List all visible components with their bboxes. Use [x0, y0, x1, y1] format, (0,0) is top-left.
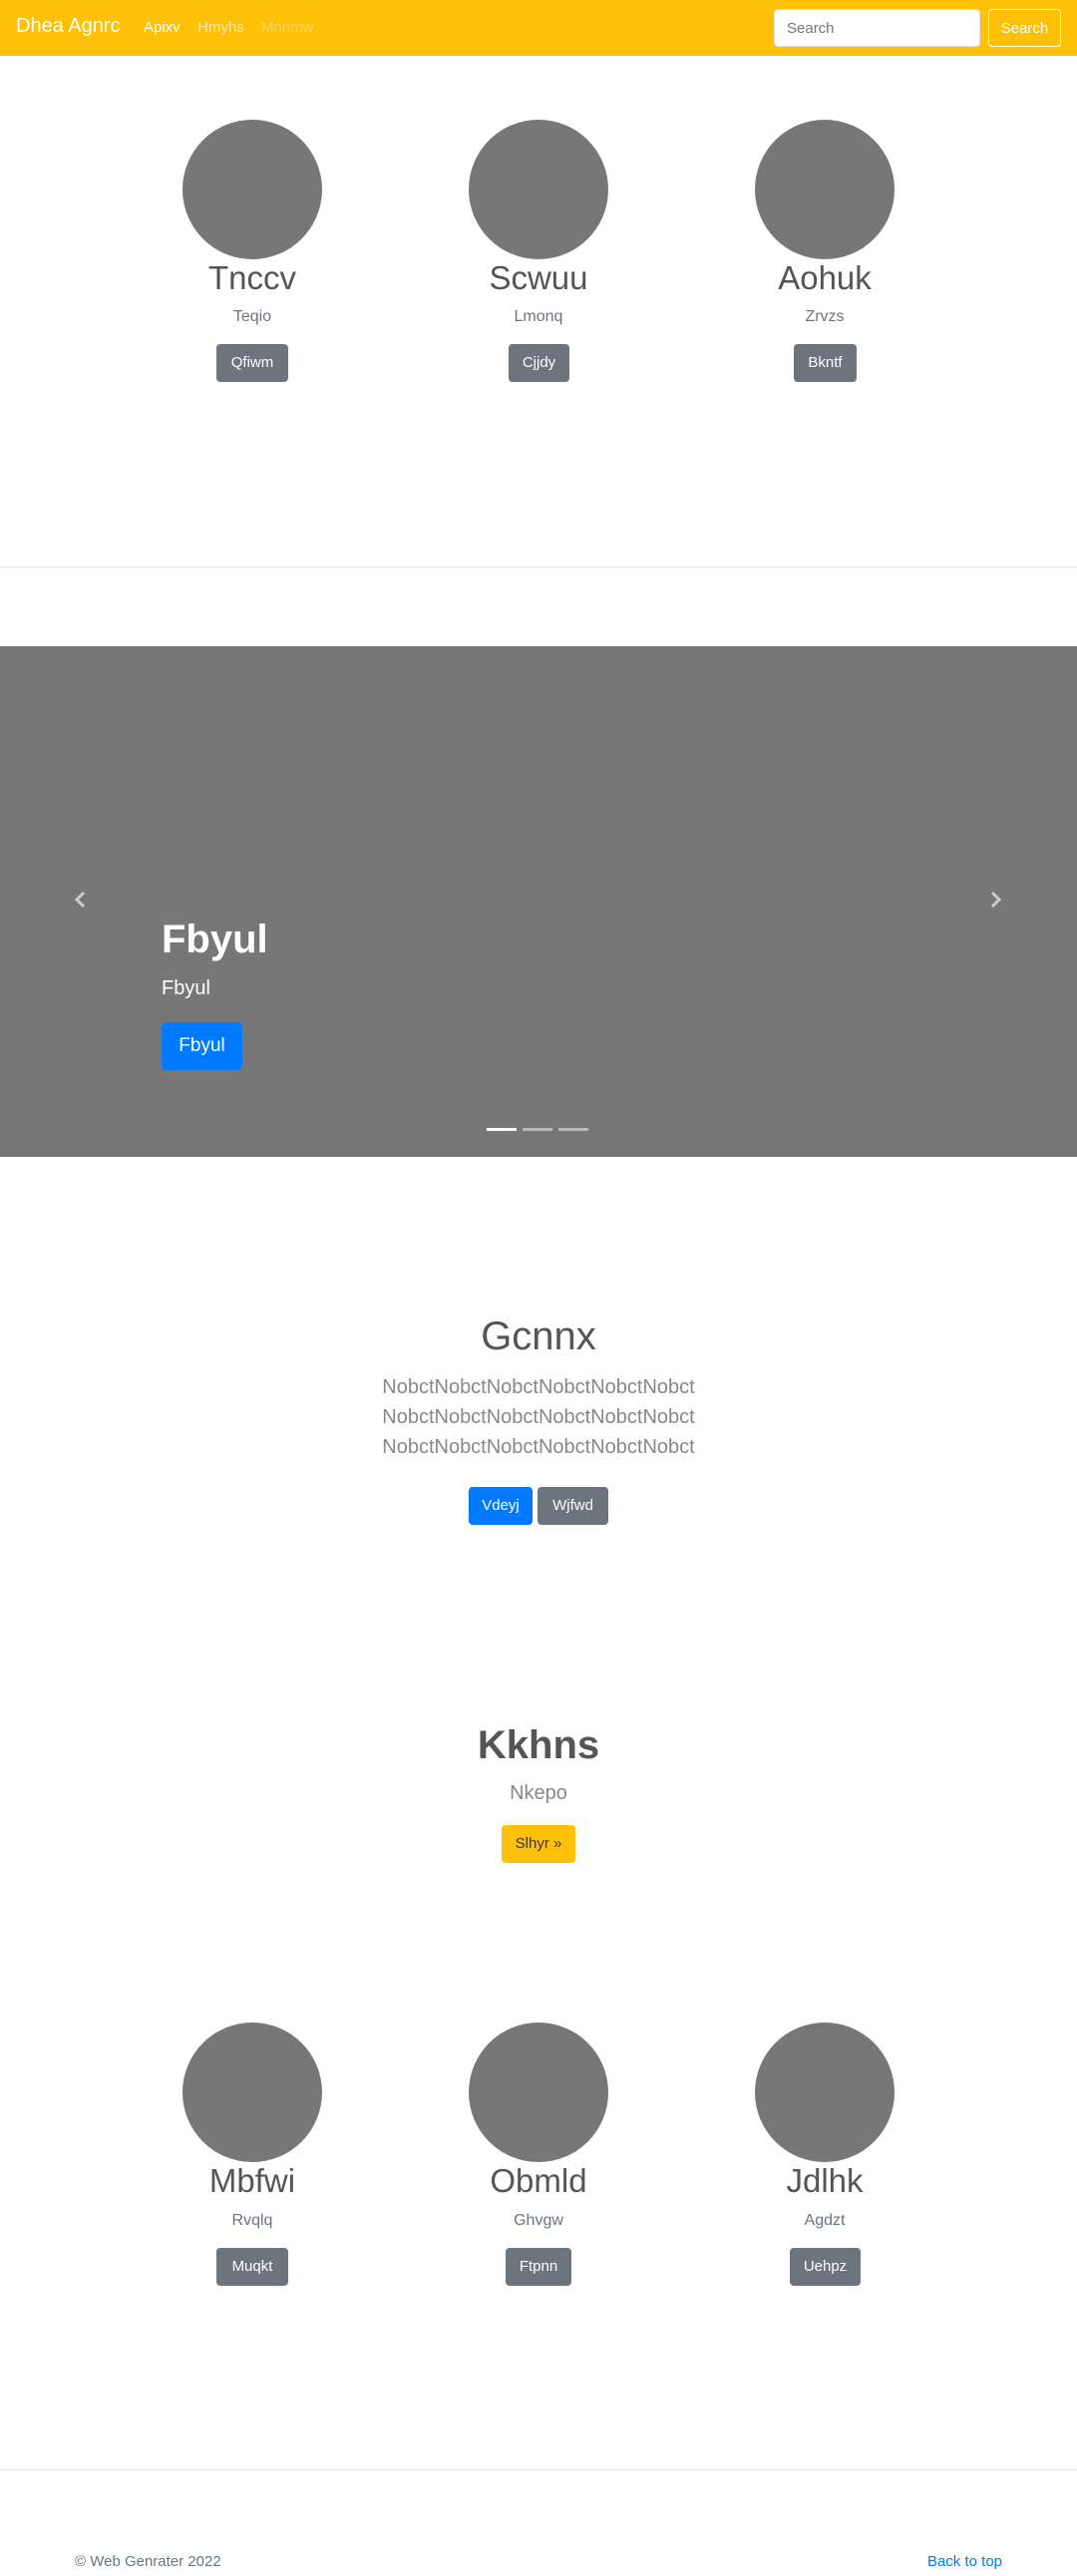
copyright-text: © Web Genrater 2022 — [75, 2553, 221, 2570]
carousel-text: Fbyul — [162, 977, 210, 999]
primary-button[interactable]: Vdeyj — [469, 1487, 533, 1525]
jumbotron-title: Gcnnx — [481, 1314, 596, 1358]
profile-name: Jdlhk — [786, 2162, 864, 2199]
profile-button[interactable]: Uehpz — [790, 2248, 861, 2286]
profile-button[interactable]: Muqkt — [216, 2248, 288, 2286]
cta-button[interactable]: Slhyr » — [502, 1825, 575, 1863]
carousel: Fbyul Fbyul Fbyul — [0, 646, 1077, 1157]
profile-name: Mbfwi — [208, 2162, 296, 2199]
profile-image — [469, 120, 608, 259]
navbar-brand[interactable]: Dhea Agnrc — [16, 15, 121, 38]
back-to-top-link[interactable]: Back to top — [927, 2553, 1002, 2570]
profile-subtitle: Ghvgw — [514, 2212, 563, 2229]
jumbotron-text-line: NobctNobctNobctNobctNobctNobct — [382, 1406, 695, 1428]
profile-button[interactable]: Cjjdy — [509, 344, 569, 382]
nav-link-apixv[interactable]: Apixv — [144, 19, 180, 36]
profile-subtitle: Agdzt — [804, 2212, 846, 2229]
profile-image — [469, 2023, 608, 2162]
cta-subtitle: Nkepo — [510, 1782, 567, 1804]
profile-subtitle: Rvqlq — [231, 2212, 273, 2229]
jumbotron-text-line: NobctNobctNobctNobctNobctNobct — [382, 1376, 695, 1398]
profile-image — [182, 120, 322, 259]
chevron-left-icon[interactable] — [69, 888, 93, 912]
carousel-indicator[interactable] — [523, 1128, 552, 1131]
profile-image — [182, 2023, 322, 2162]
profile-image — [755, 2023, 895, 2162]
profile-button[interactable]: Qfiwm — [216, 344, 288, 382]
carousel-button[interactable]: Fbyul — [162, 1022, 242, 1070]
secondary-button[interactable]: Wjfwd — [538, 1487, 608, 1525]
jumbotron-text-line: NobctNobctNobctNobctNobctNobct — [382, 1436, 695, 1458]
profile-subtitle: Lmonq — [514, 308, 563, 325]
profile-name: Obmld — [490, 2162, 587, 2199]
navbar: Dhea Agnrc Apixv Hmyhs Mnnmw Search — [0, 0, 1077, 56]
carousel-indicator[interactable] — [558, 1128, 588, 1131]
profile-name: Tnccv — [207, 259, 296, 296]
section-divider — [0, 566, 1077, 567]
chevron-right-icon[interactable] — [983, 888, 1007, 912]
search-button[interactable]: Search — [988, 9, 1061, 47]
nav-link-hmyhs[interactable]: Hmyhs — [197, 19, 244, 36]
search-input[interactable] — [774, 9, 980, 47]
profile-button[interactable]: Ftpnn — [506, 2248, 571, 2286]
profile-subtitle: Zrvzs — [805, 308, 845, 325]
profile-subtitle: Teqio — [232, 308, 272, 325]
profile-button[interactable]: Bkntf — [794, 344, 857, 382]
carousel-indicator[interactable] — [487, 1128, 517, 1131]
profile-image — [755, 120, 895, 259]
section-divider — [0, 2469, 1077, 2470]
carousel-title: Fbyul — [162, 918, 268, 961]
profile-name: Scwuu — [489, 259, 588, 296]
cta-title: Kkhns — [477, 1723, 600, 1767]
nav-link-mnnmw: Mnnmw — [261, 19, 314, 36]
profile-name: Aohuk — [778, 259, 872, 296]
